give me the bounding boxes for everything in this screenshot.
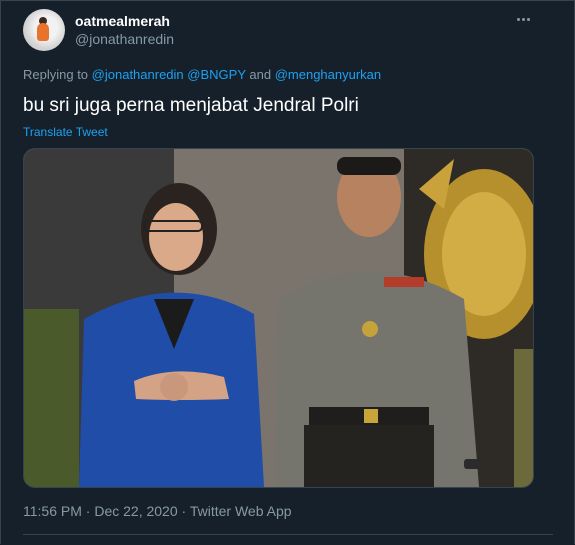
tweet-header: oatmealmerah @jonathanredin (23, 9, 553, 51)
meta-separator: · (85, 503, 91, 519)
replying-and: and (249, 67, 272, 82)
tweet-text: bu sri juga perna menjabat Jendral Polri (23, 95, 359, 116)
mention-bngpy[interactable]: @BNGPY (187, 67, 245, 82)
replying-prefix: Replying to (23, 67, 89, 82)
more-horizontal-icon[interactable] (513, 11, 533, 27)
translate-tweet-link[interactable]: Translate Tweet (23, 125, 108, 139)
tweet-photo[interactable] (23, 148, 534, 488)
mention-jonathanredin[interactable]: @jonathanredin (92, 67, 184, 82)
photo-illustration (24, 149, 533, 487)
tweet-date[interactable]: Dec 22, 2020 (94, 503, 177, 519)
tweet-meta: 11:56 PM · Dec 22, 2020 · Twitter Web Ap… (23, 503, 292, 519)
tweet-container: oatmealmerah @jonathanredin Replying to … (0, 0, 575, 544)
avatar[interactable] (23, 9, 65, 51)
mention-menghanyurkan[interactable]: @menghanyurkan (275, 67, 381, 82)
display-name[interactable]: oatmealmerah (75, 12, 174, 30)
divider (23, 534, 553, 535)
author-names: oatmealmerah @jonathanredin (75, 12, 174, 48)
replying-to-line: Replying to @jonathanredin @BNGPY and @m… (23, 67, 381, 82)
user-handle[interactable]: @jonathanredin (75, 30, 174, 48)
tweet-time[interactable]: 11:56 PM (23, 503, 82, 519)
tweet-source[interactable]: Twitter Web App (190, 503, 292, 519)
avatar-figure (37, 23, 49, 41)
meta-separator-2: · (181, 503, 187, 519)
